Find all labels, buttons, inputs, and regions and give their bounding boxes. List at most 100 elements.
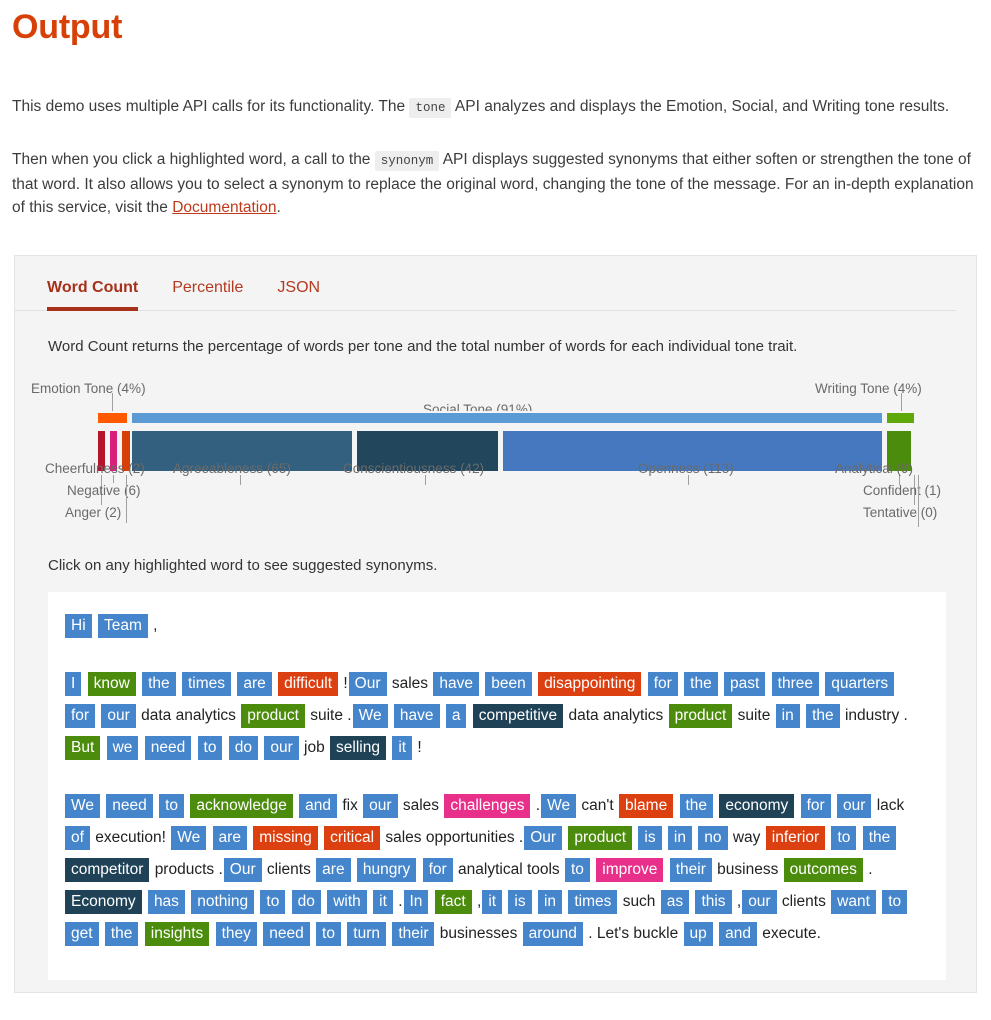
highlighted-word[interactable]: Team [97,614,148,638]
chart-group-bar-writing-tone[interactable] [885,411,916,425]
highlighted-word[interactable]: to [831,826,857,850]
highlighted-word[interactable]: have [433,672,479,696]
highlighted-word[interactable]: with [327,890,367,914]
highlighted-word[interactable]: in [537,890,563,914]
highlighted-word[interactable]: for [647,672,678,696]
highlighted-word[interactable]: the [806,704,840,728]
highlighted-word[interactable]: need [263,922,310,946]
highlighted-word[interactable]: improve [596,858,664,882]
highlighted-word[interactable]: We [352,704,388,728]
highlighted-word[interactable]: to [565,858,590,882]
highlighted-word[interactable]: acknowledge [190,794,293,818]
highlighted-word[interactable]: our [101,704,136,728]
chart-trait-bar-tentative[interactable] [917,429,921,473]
highlighted-word[interactable]: insights [144,922,210,946]
highlighted-word[interactable]: We [171,826,207,850]
highlighted-word[interactable]: our [742,890,777,914]
highlighted-word[interactable]: inferior [765,826,826,850]
highlighted-word[interactable]: Our [348,672,387,696]
highlighted-word[interactable]: has [147,890,185,914]
highlighted-word[interactable]: past [724,672,766,696]
highlighted-word[interactable]: in [667,826,692,850]
highlighted-word[interactable]: Our [223,858,262,882]
highlighted-word[interactable]: of [65,826,90,850]
highlighted-word[interactable]: Hi [65,614,92,638]
highlighted-word[interactable]: selling [330,736,386,760]
highlighted-word[interactable]: product [668,704,733,728]
highlighted-word[interactable]: it [392,736,413,760]
highlighted-word[interactable]: Our [524,826,563,850]
highlighted-word[interactable]: a [445,704,467,728]
highlighted-word[interactable]: as [660,890,690,914]
highlighted-word[interactable]: are [316,858,351,882]
highlighted-word[interactable]: need [144,736,192,760]
chart-group-bar-social-tone[interactable] [130,411,884,425]
highlighted-word[interactable]: for [65,704,96,728]
highlighted-word[interactable]: blame [618,794,674,818]
highlighted-word[interactable]: missing [253,826,318,850]
tab-word-count[interactable]: Word Count [47,279,139,311]
highlighted-word[interactable]: get [65,922,99,946]
highlighted-word[interactable]: have [393,704,440,728]
highlighted-word[interactable]: fact [434,890,472,914]
highlighted-word[interactable]: critical [324,826,381,850]
highlighted-word[interactable]: to [260,890,286,914]
highlighted-word[interactable]: is [638,826,662,850]
highlighted-word[interactable]: our [264,736,299,760]
highlighted-word[interactable]: and [299,794,338,818]
highlighted-word[interactable]: for [422,858,453,882]
documentation-link[interactable]: Documentation [172,199,276,216]
highlighted-word[interactable]: Economy [65,890,142,914]
highlighted-word[interactable]: their [669,858,712,882]
highlighted-word[interactable]: to [159,794,185,818]
highlighted-word[interactable]: no [698,826,728,850]
highlighted-word[interactable]: We [65,794,100,818]
highlighted-word[interactable]: and [719,922,757,946]
highlighted-word[interactable]: do [228,736,259,760]
highlighted-word[interactable]: competitive [472,704,564,728]
highlighted-word[interactable]: is [508,890,532,914]
highlighted-word[interactable]: our [837,794,872,818]
highlighted-word[interactable]: they [215,922,257,946]
highlighted-word[interactable]: product [568,826,633,850]
highlighted-word[interactable]: around [522,922,583,946]
highlighted-word[interactable]: I [65,672,82,696]
highlighted-word[interactable]: do [291,890,321,914]
chart-group-bar-emotion-tone[interactable] [96,411,129,425]
highlighted-word[interactable]: economy [719,794,795,818]
highlighted-word[interactable]: We [541,794,577,818]
highlighted-word[interactable]: times [182,672,232,696]
highlighted-word[interactable]: the [684,672,718,696]
highlighted-word[interactable]: the [142,672,176,696]
tab-json[interactable]: JSON [277,279,320,311]
highlighted-word[interactable]: are [212,826,247,850]
highlighted-word[interactable]: outcomes [783,858,863,882]
highlighted-word[interactable]: turn [347,922,387,946]
highlighted-word[interactable]: In [403,890,429,914]
highlighted-word[interactable]: difficult [278,672,339,696]
highlighted-word[interactable]: it [482,890,503,914]
highlighted-word[interactable]: three [771,672,819,696]
highlighted-word[interactable]: the [679,794,714,818]
highlighted-word[interactable]: nothing [191,890,255,914]
highlighted-word[interactable]: times [568,890,618,914]
highlighted-word[interactable]: product [241,704,305,728]
highlighted-word[interactable]: been [485,672,532,696]
highlighted-word[interactable]: know [87,672,136,696]
highlighted-word[interactable]: disappointing [538,672,642,696]
highlighted-word[interactable]: their [392,922,435,946]
highlighted-word[interactable]: we [106,736,139,760]
highlighted-word[interactable]: the [862,826,897,850]
highlighted-word[interactable]: need [106,794,153,818]
tab-percentile[interactable]: Percentile [172,279,243,311]
highlighted-word[interactable]: But [65,736,101,760]
highlighted-word[interactable]: for [800,794,831,818]
highlighted-word[interactable]: our [363,794,398,818]
highlighted-word[interactable]: in [775,704,800,728]
highlighted-word[interactable]: quarters [825,672,895,696]
highlighted-word[interactable]: the [104,922,139,946]
highlighted-word[interactable]: to [197,736,223,760]
highlighted-word[interactable]: competitor [65,858,150,882]
highlighted-word[interactable]: hungry [356,858,417,882]
highlighted-word[interactable]: are [237,672,272,696]
